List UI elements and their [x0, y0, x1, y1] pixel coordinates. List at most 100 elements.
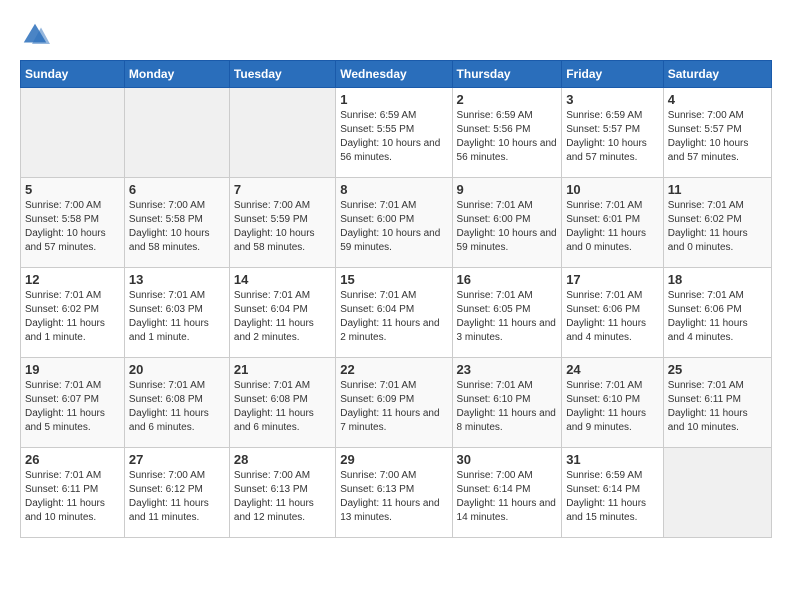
day-info: Sunrise: 7:00 AM Sunset: 6:12 PM Dayligh… — [129, 469, 225, 525]
page-header — [20, 20, 772, 50]
day-info: Sunrise: 7:00 AM Sunset: 5:58 PM Dayligh… — [25, 199, 120, 255]
day-number: 3 — [566, 92, 659, 107]
day-number: 17 — [566, 272, 659, 287]
day-cell: 27Sunrise: 7:00 AM Sunset: 6:12 PM Dayli… — [124, 448, 229, 538]
day-cell: 16 Sunrise: 7:01 AM Sunset: 6:05 PM Dayli… — [452, 268, 562, 358]
day-cell: 19 Sunrise: 7:01 AM Sunset: 6:07 PM Dayli… — [21, 358, 125, 448]
day-cell: 17 Sunrise: 7:01 AM Sunset: 6:06 PM Dayli… — [562, 268, 664, 358]
day-cell — [229, 88, 335, 178]
day-info: Sunrise: 7:01 AM Sunset: 6:10 PM Dayligh… — [566, 379, 659, 435]
day-cell: 24 Sunrise: 7:01 AM Sunset: 6:10 PM Dayli… — [562, 358, 664, 448]
day-info: Sunrise: 7:01 AM Sunset: 6:07 PM Dayligh… — [25, 379, 120, 435]
day-cell: 12Sunrise: 7:01 AM Sunset: 6:02 PM Dayli… — [21, 268, 125, 358]
day-number: 30 — [457, 452, 558, 467]
day-number: 8 — [340, 182, 447, 197]
day-cell: 28Sunrise: 7:00 AM Sunset: 6:13 PM Dayli… — [229, 448, 335, 538]
day-info: Sunrise: 6:59 AM Sunset: 5:57 PM Dayligh… — [566, 109, 659, 165]
day-cell: 20 Sunrise: 7:01 AM Sunset: 6:08 PM Dayli… — [124, 358, 229, 448]
day-cell — [21, 88, 125, 178]
day-info: Sunrise: 7:01 AM Sunset: 6:03 PM Dayligh… — [129, 289, 225, 345]
day-info: Sunrise: 7:01 AM Sunset: 6:08 PM Dayligh… — [234, 379, 331, 435]
day-number: 11 — [668, 182, 767, 197]
day-info: Sunrise: 7:01 AM Sunset: 6:00 PM Dayligh… — [340, 199, 447, 255]
header-cell-tuesday: Tuesday — [229, 61, 335, 88]
day-number: 13 — [129, 272, 225, 287]
day-cell: 26 Sunrise: 7:01 AM Sunset: 6:11 PM Dayli… — [21, 448, 125, 538]
day-cell: 8 Sunrise: 7:01 AM Sunset: 6:00 PM Daylig… — [336, 178, 452, 268]
day-cell: 6 Sunrise: 7:00 AM Sunset: 5:58 PM Daylig… — [124, 178, 229, 268]
header-cell-saturday: Saturday — [663, 61, 771, 88]
day-number: 1 — [340, 92, 447, 107]
day-info: Sunrise: 7:01 AM Sunset: 6:00 PM Dayligh… — [457, 199, 558, 255]
week-row-2: 5 Sunrise: 7:00 AM Sunset: 5:58 PM Daylig… — [21, 178, 772, 268]
week-row-5: 26 Sunrise: 7:01 AM Sunset: 6:11 PM Dayli… — [21, 448, 772, 538]
day-info: Sunrise: 6:59 AM Sunset: 5:55 PM Dayligh… — [340, 109, 447, 165]
day-info: Sunrise: 7:01 AM Sunset: 6:04 PM Dayligh… — [234, 289, 331, 345]
day-cell: 30Sunrise: 7:00 AM Sunset: 6:14 PM Dayli… — [452, 448, 562, 538]
calendar-table: SundayMondayTuesdayWednesdayThursdayFrid… — [20, 60, 772, 538]
day-info: Sunrise: 7:01 AM Sunset: 6:01 PM Dayligh… — [566, 199, 659, 255]
day-cell: 4 Sunrise: 7:00 AM Sunset: 5:57 PM Daylig… — [663, 88, 771, 178]
day-number: 21 — [234, 362, 331, 377]
day-number: 20 — [129, 362, 225, 377]
day-cell — [663, 448, 771, 538]
day-number: 10 — [566, 182, 659, 197]
day-number: 23 — [457, 362, 558, 377]
day-number: 18 — [668, 272, 767, 287]
header-cell-wednesday: Wednesday — [336, 61, 452, 88]
day-cell: 18 Sunrise: 7:01 AM Sunset: 6:06 PM Dayli… — [663, 268, 771, 358]
day-info: Sunrise: 7:00 AM Sunset: 5:57 PM Dayligh… — [668, 109, 767, 165]
day-info: Sunrise: 7:01 AM Sunset: 6:06 PM Dayligh… — [566, 289, 659, 345]
day-cell: 9 Sunrise: 7:01 AM Sunset: 6:00 PM Daylig… — [452, 178, 562, 268]
day-info: Sunrise: 6:59 AM Sunset: 5:56 PM Dayligh… — [457, 109, 558, 165]
day-cell: 1 Sunrise: 6:59 AM Sunset: 5:55 PM Daylig… — [336, 88, 452, 178]
day-number: 28 — [234, 452, 331, 467]
day-cell — [124, 88, 229, 178]
day-number: 29 — [340, 452, 447, 467]
day-number: 12 — [25, 272, 120, 287]
day-cell: 22Sunrise: 7:01 AM Sunset: 6:09 PM Dayli… — [336, 358, 452, 448]
day-number: 31 — [566, 452, 659, 467]
day-cell: 23Sunrise: 7:01 AM Sunset: 6:10 PM Dayli… — [452, 358, 562, 448]
week-row-1: 1 Sunrise: 6:59 AM Sunset: 5:55 PM Daylig… — [21, 88, 772, 178]
day-number: 26 — [25, 452, 120, 467]
day-info: Sunrise: 7:01 AM Sunset: 6:06 PM Dayligh… — [668, 289, 767, 345]
day-cell: 25Sunrise: 7:01 AM Sunset: 6:11 PM Dayli… — [663, 358, 771, 448]
day-info: Sunrise: 7:00 AM Sunset: 5:59 PM Dayligh… — [234, 199, 331, 255]
header-cell-friday: Friday — [562, 61, 664, 88]
day-cell: 7Sunrise: 7:00 AM Sunset: 5:59 PM Daylig… — [229, 178, 335, 268]
day-number: 22 — [340, 362, 447, 377]
day-cell: 15Sunrise: 7:01 AM Sunset: 6:04 PM Dayli… — [336, 268, 452, 358]
day-cell: 13 Sunrise: 7:01 AM Sunset: 6:03 PM Dayli… — [124, 268, 229, 358]
day-number: 6 — [129, 182, 225, 197]
day-cell: 2 Sunrise: 6:59 AM Sunset: 5:56 PM Daylig… — [452, 88, 562, 178]
day-info: Sunrise: 7:01 AM Sunset: 6:05 PM Dayligh… — [457, 289, 558, 345]
day-number: 16 — [457, 272, 558, 287]
day-info: Sunrise: 7:01 AM Sunset: 6:11 PM Dayligh… — [25, 469, 120, 525]
day-info: Sunrise: 7:00 AM Sunset: 5:58 PM Dayligh… — [129, 199, 225, 255]
day-number: 4 — [668, 92, 767, 107]
day-info: Sunrise: 7:01 AM Sunset: 6:02 PM Dayligh… — [668, 199, 767, 255]
day-number: 5 — [25, 182, 120, 197]
day-cell: 5 Sunrise: 7:00 AM Sunset: 5:58 PM Daylig… — [21, 178, 125, 268]
day-number: 9 — [457, 182, 558, 197]
day-cell: 21 Sunrise: 7:01 AM Sunset: 6:08 PM Dayli… — [229, 358, 335, 448]
header-cell-sunday: Sunday — [21, 61, 125, 88]
logo-icon — [20, 20, 50, 50]
logo — [20, 20, 54, 50]
day-number: 2 — [457, 92, 558, 107]
day-cell: 3 Sunrise: 6:59 AM Sunset: 5:57 PM Daylig… — [562, 88, 664, 178]
day-number: 15 — [340, 272, 447, 287]
day-cell: 14 Sunrise: 7:01 AM Sunset: 6:04 PM Dayli… — [229, 268, 335, 358]
day-cell: 29Sunrise: 7:00 AM Sunset: 6:13 PM Dayli… — [336, 448, 452, 538]
day-info: Sunrise: 7:01 AM Sunset: 6:08 PM Dayligh… — [129, 379, 225, 435]
calendar-body: 1 Sunrise: 6:59 AM Sunset: 5:55 PM Daylig… — [21, 88, 772, 538]
day-number: 19 — [25, 362, 120, 377]
day-cell: 31Sunrise: 6:59 AM Sunset: 6:14 PM Dayli… — [562, 448, 664, 538]
week-row-3: 12Sunrise: 7:01 AM Sunset: 6:02 PM Dayli… — [21, 268, 772, 358]
day-number: 24 — [566, 362, 659, 377]
day-number: 14 — [234, 272, 331, 287]
header-cell-monday: Monday — [124, 61, 229, 88]
day-info: Sunrise: 7:01 AM Sunset: 6:11 PM Dayligh… — [668, 379, 767, 435]
week-row-4: 19 Sunrise: 7:01 AM Sunset: 6:07 PM Dayli… — [21, 358, 772, 448]
